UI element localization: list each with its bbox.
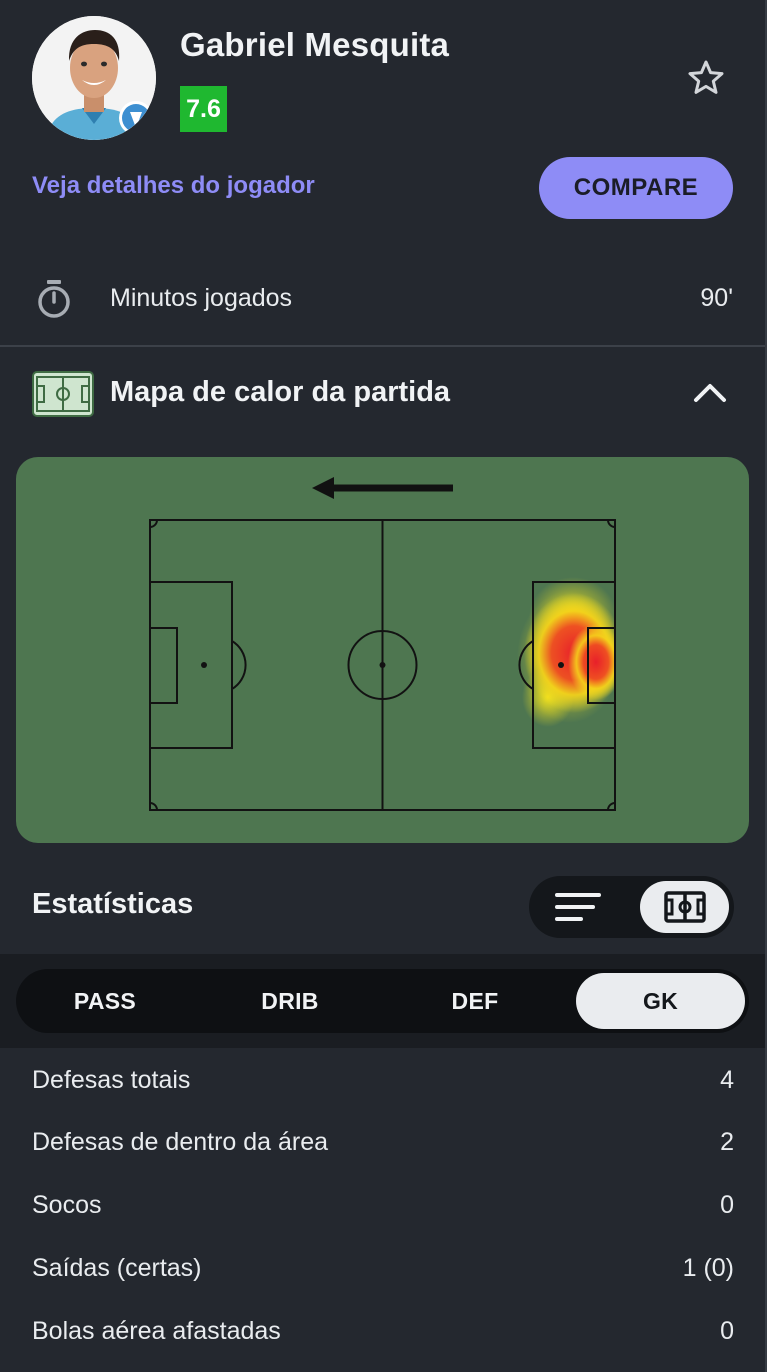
- tab-drib[interactable]: DRIB: [205, 973, 375, 1029]
- view-toggle: [529, 876, 734, 938]
- stopwatch-icon: [38, 280, 70, 318]
- player-details-link[interactable]: Veja detalhes do jogador: [32, 172, 315, 200]
- heatmap-title: Mapa de calor da partida: [110, 376, 451, 408]
- stats-tabs: PASS DRIB DEF GK: [16, 969, 749, 1033]
- stat-label: Defesas totais: [32, 1066, 191, 1094]
- minutes-label: Minutos jogados: [110, 284, 293, 312]
- stat-row: Socos 0: [32, 1191, 734, 1231]
- stat-value: 2: [720, 1128, 734, 1156]
- stat-label: Bolas aérea afastadas: [32, 1317, 281, 1345]
- stat-value: 0: [720, 1191, 734, 1219]
- player-name: Gabriel Mesquita: [180, 26, 450, 63]
- heatmap-card: [16, 457, 749, 843]
- rating-badge: 7.6: [180, 86, 227, 132]
- compare-button[interactable]: COMPARE: [539, 157, 733, 219]
- stat-row: Bolas aérea afastadas 0: [32, 1317, 734, 1357]
- section-divider: [0, 345, 765, 347]
- pitch-spots: [201, 662, 564, 668]
- stat-value: 4: [720, 1066, 734, 1094]
- stat-label: Saídas (certas): [32, 1254, 202, 1282]
- stat-label: Socos: [32, 1191, 102, 1219]
- stat-value: 0: [720, 1317, 734, 1345]
- tab-def[interactable]: DEF: [390, 973, 560, 1029]
- stat-row: Defesas de dentro da área 2: [32, 1128, 734, 1168]
- tab-gk[interactable]: GK: [576, 973, 745, 1029]
- heatmap-pitch: [149, 477, 616, 811]
- star-outline-icon[interactable]: [686, 58, 726, 98]
- pitch-icon: [32, 371, 94, 417]
- player-match-panel: Gabriel Mesquita 7.6 Veja detalhes do jo…: [0, 0, 767, 1372]
- chevron-up-icon[interactable]: [690, 376, 730, 410]
- tab-pass[interactable]: PASS: [20, 973, 190, 1029]
- attack-direction-arrow: [312, 477, 453, 499]
- pitch-view-icon: [664, 891, 706, 923]
- stat-row: Saídas (certas) 1 (0): [32, 1254, 734, 1294]
- list-icon[interactable]: [553, 887, 605, 927]
- player-avatar[interactable]: [32, 16, 156, 140]
- pitch-view-button[interactable]: [640, 881, 729, 933]
- statistics-title: Estatísticas: [32, 888, 194, 920]
- stat-label: Defesas de dentro da área: [32, 1128, 329, 1156]
- player-photo: [32, 16, 156, 140]
- stat-row: Defesas totais 4: [32, 1066, 734, 1106]
- minutes-value: 90': [700, 284, 733, 312]
- stat-value: 1 (0): [682, 1254, 734, 1282]
